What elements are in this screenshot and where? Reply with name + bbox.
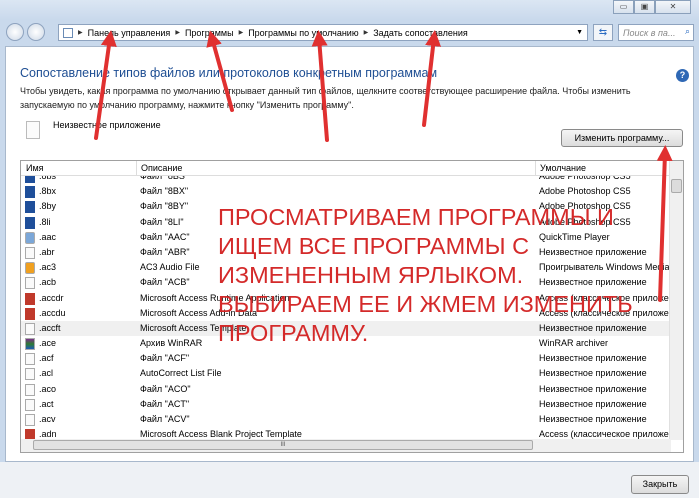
table-row[interactable]: .aco Файл "ACO" Неизвестное приложение <box>21 382 671 397</box>
row-extension: .8by <box>39 201 57 212</box>
file-type-icon <box>25 383 35 396</box>
row-description: Файл "AAC" <box>140 231 190 242</box>
file-type-icon <box>25 231 35 244</box>
file-type-icon <box>25 262 35 275</box>
refresh-button[interactable]: ⇆ <box>593 24 613 41</box>
file-type-icon <box>25 292 35 305</box>
row-description: Файл "8BX" <box>140 186 189 197</box>
row-extension: .8bx <box>39 186 57 197</box>
column-description[interactable]: Описание <box>136 161 182 176</box>
file-type-icon <box>25 307 35 320</box>
back-button[interactable] <box>6 23 24 41</box>
breadcrumb-item[interactable]: Панель управления <box>88 28 171 38</box>
close-window-button[interactable]: ✕ <box>655 0 691 14</box>
row-default: Неизвестное приложение <box>539 353 647 364</box>
table-row[interactable]: .acv Файл "ACV" Неизвестное приложение <box>21 412 671 427</box>
file-type-icon <box>25 277 35 290</box>
chevron-right-icon: ▶ <box>238 30 244 36</box>
row-description: Архив WinRAR <box>140 338 203 349</box>
row-description: Файл "ACV" <box>140 414 190 424</box>
file-type-icon <box>25 368 35 381</box>
column-name[interactable]: Имя <box>26 163 44 173</box>
page-description: Чтобы увидеть, какая программа по умолча… <box>20 86 631 110</box>
row-extension: .aco <box>39 383 57 394</box>
table-row[interactable]: .act Файл "ACT" Неизвестное приложение <box>21 397 671 412</box>
breadcrumb-item[interactable]: Программы <box>185 28 234 38</box>
row-extension: .acb <box>39 277 57 288</box>
column-default[interactable]: Умолчание <box>535 161 586 176</box>
row-description: Файл "8BY" <box>140 201 189 212</box>
current-app-name: Неизвестное приложение <box>53 120 161 130</box>
row-description: Файл "ACO" <box>140 383 191 394</box>
list-header: Имя Описание Умолчание <box>21 161 671 176</box>
file-type-icon <box>25 338 35 351</box>
file-type-icon <box>25 246 35 259</box>
row-extension: .act <box>39 398 54 409</box>
chevron-right-icon: ▶ <box>363 30 369 36</box>
row-default: Неизвестное приложение <box>539 368 647 379</box>
horizontal-scrollbar[interactable]: III <box>21 439 671 452</box>
row-description: AC3 Audio File <box>140 262 200 273</box>
page-title: Сопоставление типов файлов или протоколо… <box>20 66 438 80</box>
row-extension: .accft <box>39 322 61 333</box>
file-type-icon <box>25 414 35 426</box>
row-extension: .acv <box>39 414 56 424</box>
chevron-right-icon: ▶ <box>78 30 83 36</box>
file-type-icon <box>25 186 35 199</box>
row-default: Неизвестное приложение <box>539 383 647 394</box>
row-description: Файл "8LI" <box>140 216 184 227</box>
row-extension: .acf <box>39 353 54 364</box>
scroll-thumb[interactable]: III <box>33 440 533 450</box>
annotation-text: ПРОСМАТРИВАЕМ ПРОГРАММЫ И ИЩЕМ ВСЕ ПРОГР… <box>218 204 633 346</box>
search-placeholder: Поиск в па... <box>623 28 676 38</box>
chevron-down-icon[interactable]: ▼ <box>576 29 583 36</box>
row-extension: .8li <box>39 216 51 227</box>
file-type-icon <box>25 201 35 214</box>
search-input[interactable]: Поиск в па... ⌕ <box>618 24 694 41</box>
row-default: Неизвестное приложение <box>539 398 647 409</box>
file-icon <box>26 121 40 139</box>
row-description: Файл "ACF" <box>140 353 190 364</box>
row-description: Файл "ACB" <box>140 277 190 288</box>
scroll-thumb[interactable] <box>671 179 682 193</box>
address-bar[interactable]: ▶ Панель управления ▶ Программы ▶ Програ… <box>58 24 588 41</box>
chevron-right-icon: ▶ <box>175 30 180 36</box>
row-extension: .abr <box>39 246 55 257</box>
row-extension: .ac3 <box>39 262 57 273</box>
breadcrumb-item[interactable]: Задать сопоставления <box>373 28 468 38</box>
search-icon: ⌕ <box>684 26 690 36</box>
breadcrumb-item[interactable]: Программы по умолчанию <box>248 28 358 38</box>
maximize-button[interactable]: ▣ <box>634 0 655 14</box>
vertical-scrollbar[interactable] <box>669 161 683 440</box>
row-extension: .accdu <box>39 307 66 318</box>
file-type-icon <box>25 216 35 229</box>
table-row[interactable]: .acf Файл "ACF" Неизвестное приложение <box>21 351 671 366</box>
row-extension: .acl <box>39 368 54 379</box>
title-bar: ▭ ▣ ✕ <box>0 0 699 20</box>
control-panel-icon <box>63 27 73 38</box>
table-row[interactable]: .acl AutoCorrect List File Неизвестное при… <box>21 366 671 381</box>
file-type-icon <box>25 322 35 335</box>
row-extension: .aac <box>39 231 57 242</box>
table-row[interactable]: .8bx Файл "8BX" Adobe Photoshop CS5 <box>21 184 671 199</box>
row-description: AutoCorrect List File <box>140 368 222 379</box>
row-extension: .accdr <box>39 292 64 303</box>
footer <box>0 462 699 498</box>
row-description: Файл "ACT" <box>140 398 190 409</box>
file-type-icon <box>25 353 35 366</box>
minimize-button[interactable]: ▭ <box>613 0 634 14</box>
row-extension: .ace <box>39 338 57 349</box>
forward-button[interactable] <box>27 23 45 41</box>
help-icon[interactable]: ? <box>676 69 689 82</box>
change-program-button[interactable]: Изменить программу... <box>561 129 683 147</box>
row-default: Adobe Photoshop CS5 <box>539 186 631 197</box>
row-description: Файл "ABR" <box>140 246 190 257</box>
row-default: Неизвестное приложение <box>539 414 647 424</box>
close-button[interactable]: Закрыть <box>631 475 689 494</box>
refresh-icon: ⇆ <box>598 27 608 38</box>
file-type-icon <box>25 398 35 411</box>
